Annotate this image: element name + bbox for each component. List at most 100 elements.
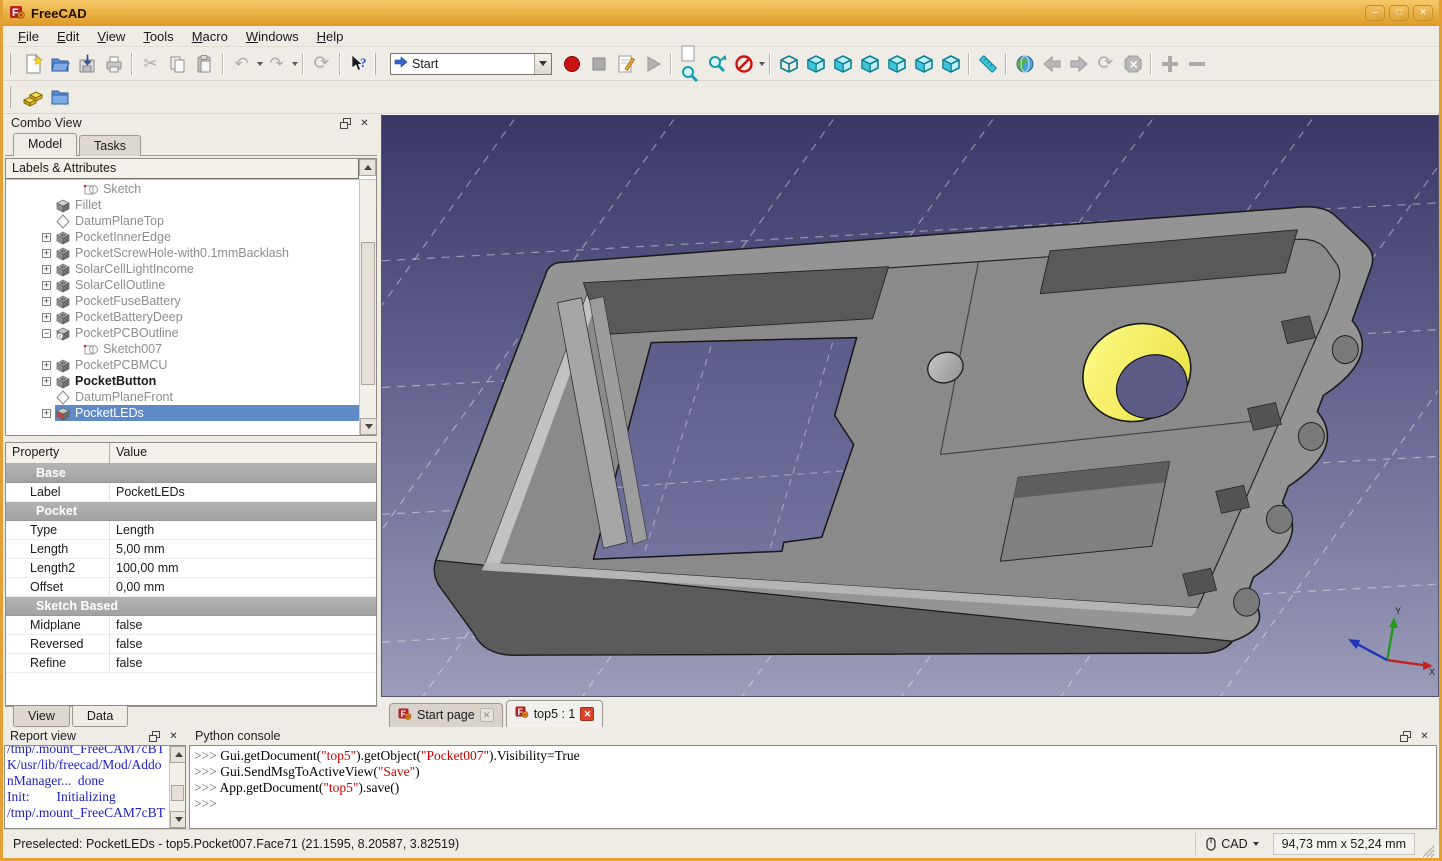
chevron-down-icon[interactable]	[759, 62, 765, 66]
print-button[interactable]	[100, 50, 127, 77]
tree-scrollbar-thumb[interactable]	[361, 242, 375, 385]
tab-view[interactable]: View	[13, 706, 70, 727]
close-button[interactable]: ×	[1413, 5, 1433, 21]
report-scrollbar[interactable]	[169, 746, 185, 828]
property-group-sketch-based[interactable]: Sketch Based	[6, 597, 376, 616]
web-stop-button[interactable]: ✕	[1119, 50, 1146, 77]
undo-button[interactable]: ↶	[228, 50, 255, 77]
tab-data[interactable]: Data	[72, 706, 128, 727]
property-row-midplane[interactable]: Midplanefalse	[6, 616, 376, 635]
save-button[interactable]	[73, 50, 100, 77]
navigation-style-button[interactable]: CAD	[1195, 833, 1268, 855]
file-browser-button[interactable]	[46, 84, 73, 111]
float-panel-icon[interactable]	[1399, 730, 1412, 743]
web-browser-button[interactable]	[1011, 50, 1038, 77]
close-panel-icon[interactable]: ✕	[358, 117, 371, 130]
refresh-button[interactable]: ⟳	[308, 50, 335, 77]
report-scrollbar-thumb[interactable]	[171, 785, 184, 801]
redo-button[interactable]: ↷	[263, 50, 290, 77]
fit-all-button[interactable]	[676, 50, 703, 77]
property-value[interactable]: false	[110, 637, 376, 651]
tree-item-sketch007[interactable]: Sketch007	[6, 341, 359, 357]
property-value[interactable]: false	[110, 656, 376, 670]
view-rear-button[interactable]	[883, 50, 910, 77]
tree-item-pocketfusebattery[interactable]: +PocketFuseBattery	[6, 293, 359, 309]
tree-item-pocketpcboutline[interactable]: −PocketPCBOutline	[6, 325, 359, 341]
view-right-button[interactable]	[856, 50, 883, 77]
property-value[interactable]: PocketLEDs	[110, 485, 376, 499]
nav-back-button[interactable]	[1038, 50, 1065, 77]
minimize-button[interactable]: –	[1365, 5, 1385, 21]
menu-edit[interactable]: Edit	[48, 27, 88, 46]
tree-item-pocketbatterydeep[interactable]: +PocketBatteryDeep	[6, 309, 359, 325]
maximize-button[interactable]: □	[1389, 5, 1409, 21]
draw-style-button[interactable]	[730, 50, 757, 77]
macro-edit-button[interactable]	[612, 50, 639, 77]
tree-item-solarcelllightincome[interactable]: +SolarCellLightIncome	[6, 261, 359, 277]
tree-expand-toggle[interactable]: +	[42, 281, 51, 290]
chevron-down-icon[interactable]	[292, 62, 298, 66]
view-bottom-button[interactable]	[910, 50, 937, 77]
property-row-reversed[interactable]: Reversedfalse	[6, 635, 376, 654]
titlebar[interactable]: F FreeCAD – □ ×	[3, 0, 1439, 26]
tree-item-datumplanefront[interactable]: DatumPlaneFront	[6, 389, 359, 405]
cut-button[interactable]: ✂	[137, 50, 164, 77]
toolbar-handle[interactable]	[9, 53, 14, 75]
zoom-in-button[interactable]	[1156, 50, 1183, 77]
property-value[interactable]: 0,00 mm	[110, 580, 376, 594]
property-value[interactable]: false	[110, 618, 376, 632]
copy-button[interactable]	[164, 50, 191, 77]
workbench-dropdown-button[interactable]	[534, 54, 551, 74]
menu-tools[interactable]: Tools	[134, 27, 182, 46]
tree-scroll-down-button[interactable]	[360, 418, 377, 435]
tree-item-sketch[interactable]: Sketch	[6, 181, 359, 197]
workbench-selector[interactable]: Start	[390, 53, 552, 75]
property-row-length[interactable]: Length5,00 mm	[6, 540, 376, 559]
menu-macro[interactable]: Macro	[183, 27, 237, 46]
document-tab-start-page[interactable]: FStart page✕	[389, 703, 503, 727]
tree-item-fillet[interactable]: Fillet	[6, 197, 359, 213]
property-group-pocket[interactable]: Pocket	[6, 502, 376, 521]
tree-item-solarcelloutline[interactable]: +SolarCellOutline	[6, 277, 359, 293]
view-front-button[interactable]	[802, 50, 829, 77]
macro-stop-button[interactable]	[585, 50, 612, 77]
tree-item-pocketbutton[interactable]: +PocketButton	[6, 373, 359, 389]
tree-expand-toggle[interactable]: +	[42, 409, 51, 418]
close-panel-icon[interactable]: ✕	[1418, 730, 1431, 743]
property-row-label[interactable]: LabelPocketLEDs	[6, 483, 376, 502]
property-value[interactable]: Length	[110, 523, 376, 537]
3d-viewport[interactable]: X Y	[381, 114, 1439, 697]
menu-view[interactable]: View	[88, 27, 134, 46]
tree-expand-toggle[interactable]: +	[42, 361, 51, 370]
menu-windows[interactable]: Windows	[237, 27, 308, 46]
float-panel-icon[interactable]	[339, 117, 352, 130]
tree-expand-toggle[interactable]: +	[42, 249, 51, 258]
property-row-refine[interactable]: Refinefalse	[6, 654, 376, 673]
view-left-button[interactable]	[937, 50, 964, 77]
macro-record-button[interactable]	[558, 50, 585, 77]
zoom-out-button[interactable]	[1183, 50, 1210, 77]
tree-scroll-up-button[interactable]	[359, 159, 376, 176]
macro-play-button[interactable]	[639, 50, 666, 77]
toolbar-handle[interactable]	[374, 53, 379, 75]
menu-help[interactable]: Help	[308, 27, 353, 46]
tree-expand-toggle[interactable]: +	[42, 377, 51, 386]
tree-expand-toggle[interactable]: +	[42, 313, 51, 322]
view-top-button[interactable]	[829, 50, 856, 77]
float-panel-icon[interactable]	[148, 730, 161, 743]
property-value[interactable]: 100,00 mm	[110, 561, 376, 575]
zoom-selection-button[interactable]	[703, 50, 730, 77]
tree-item-pocketpcbmcu[interactable]: +PocketPCBMCU	[6, 357, 359, 373]
tree-item-datumplanetop[interactable]: DatumPlaneTop	[6, 213, 359, 229]
measure-distance-button[interactable]	[974, 50, 1001, 77]
property-value[interactable]: 5,00 mm	[110, 542, 376, 556]
close-tab-icon[interactable]: ✕	[580, 707, 594, 721]
resize-grip[interactable]	[1421, 844, 1435, 858]
paste-button[interactable]	[191, 50, 218, 77]
web-refresh-button[interactable]: ⟳	[1092, 50, 1119, 77]
menu-file[interactable]: File	[9, 27, 48, 46]
property-row-offset[interactable]: Offset0,00 mm	[6, 578, 376, 597]
open-folder-button[interactable]	[46, 50, 73, 77]
close-panel-icon[interactable]: ✕	[167, 730, 180, 743]
tree-expand-toggle[interactable]: +	[42, 265, 51, 274]
